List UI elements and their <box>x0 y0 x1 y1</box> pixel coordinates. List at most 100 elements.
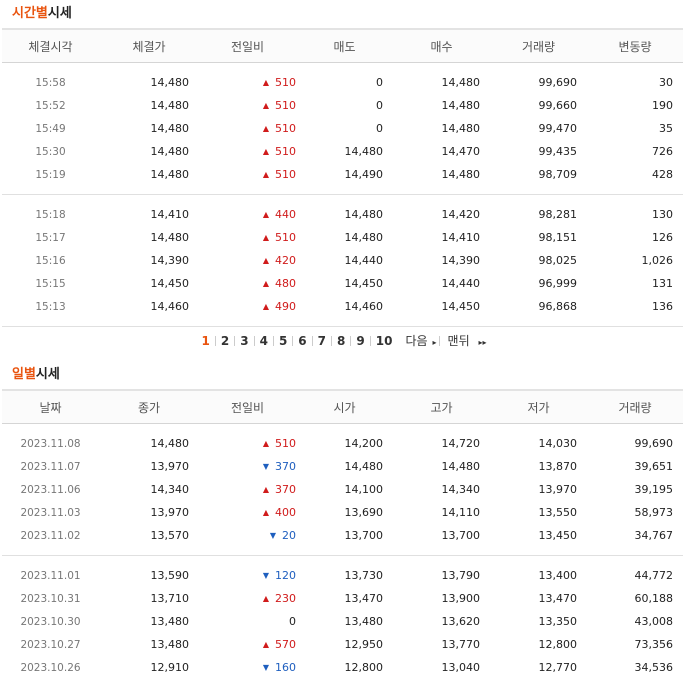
page-link-8[interactable]: 8 <box>332 327 350 355</box>
table-row: 15:49 14,480 ▲ 510 0 14,480 99,470 35 <box>2 117 683 140</box>
up-triangle-icon: ▲ <box>262 233 269 242</box>
daily-table-header: 날짜 종가 전일비 시가 고가 저가 거래량 <box>2 389 683 424</box>
header-time: 체결시각 <box>2 28 99 63</box>
header-date: 날짜 <box>2 389 99 424</box>
change-value: 0 <box>289 615 296 628</box>
volume-cell: 43,008 <box>634 615 674 628</box>
bid-cell: 14,420 <box>441 208 481 221</box>
low-cell: 12,800 <box>538 638 578 651</box>
page-link-6[interactable]: 6 <box>293 327 311 355</box>
change-cell: ▲ 420 <box>199 249 296 272</box>
date-cell: 2023.11.01 <box>20 569 81 582</box>
close-cell: 13,570 <box>150 529 190 542</box>
ask-cell: 14,480 <box>344 231 384 244</box>
ask-cell: 0 <box>376 122 383 135</box>
time-price-table: 체결시각 체결가 전일비 매도 매수 거래량 변동량 15:58 14,480 ▲ 5… <box>2 28 683 326</box>
daily-price-table: 날짜 종가 전일비 시가 고가 저가 거래량 2023.11.08 14,480 ▲… <box>2 389 683 679</box>
price-cell: 14,480 <box>150 99 190 112</box>
up-triangle-icon: ▲ <box>262 302 269 311</box>
change-value: 160 <box>275 661 296 674</box>
date-cell: 2023.11.02 <box>20 529 81 542</box>
last-arrow-icon: ▸▸ <box>478 338 487 347</box>
bid-cell: 14,390 <box>441 254 481 267</box>
change-value: 510 <box>275 145 296 158</box>
ask-cell: 14,490 <box>344 168 384 181</box>
table-row: 2023.10.27 13,480 ▲ 570 12,950 13,770 12,800 73… <box>2 633 683 656</box>
close-cell: 13,710 <box>150 592 190 605</box>
up-triangle-icon: ▲ <box>262 439 269 448</box>
ask-cell: 14,450 <box>344 277 384 290</box>
down-triangle-icon: ▼ <box>262 462 269 471</box>
down-triangle-icon: ▼ <box>262 571 269 580</box>
time-cell: 15:52 <box>35 99 66 112</box>
change-value: 230 <box>275 592 296 605</box>
table-row: 2023.10.26 12,910 ▼ 160 12,800 13,040 12,770 34… <box>2 656 683 679</box>
high-cell: 14,110 <box>441 506 481 519</box>
up-triangle-icon: ▲ <box>262 485 269 494</box>
table-row: 2023.11.07 13,970 ▼ 370 14,480 14,480 13,870 39… <box>2 455 683 478</box>
page-link-10[interactable]: 10 <box>371 327 398 355</box>
change-value: 420 <box>275 254 296 267</box>
change-cell: ▼ 120 <box>199 564 296 587</box>
volume-cell: 73,356 <box>634 638 674 651</box>
change-value: 400 <box>275 506 296 519</box>
bid-cell: 14,480 <box>441 122 481 135</box>
time-section-title: 시간별시세 <box>0 0 685 28</box>
delta-cell: 190 <box>652 99 673 112</box>
table-row: 15:30 14,480 ▲ 510 14,480 14,470 99,435 726 <box>2 140 683 163</box>
open-cell: 13,690 <box>344 506 384 519</box>
open-cell: 12,800 <box>344 661 384 674</box>
bid-cell: 14,480 <box>441 76 481 89</box>
change-value: 20 <box>282 529 296 542</box>
header-ask: 매도 <box>296 28 393 63</box>
table-row: 2023.11.02 13,570 ▼ 20 13,700 13,700 13,450 34,… <box>2 524 683 547</box>
date-cell: 2023.10.26 <box>20 661 81 674</box>
open-cell: 13,700 <box>344 529 384 542</box>
low-cell: 13,400 <box>538 569 578 582</box>
header-bid: 매수 <box>393 28 490 63</box>
page-link-4[interactable]: 4 <box>255 327 273 355</box>
close-cell: 13,970 <box>150 506 190 519</box>
table-row: 15:17 14,480 ▲ 510 14,480 14,410 98,151 126 <box>2 226 683 249</box>
table-row: 15:15 14,450 ▲ 480 14,450 14,440 96,999 131 <box>2 272 683 295</box>
change-cell: ▲ 510 <box>199 94 296 117</box>
change-value: 440 <box>275 208 296 221</box>
page-link-3[interactable]: 3 <box>235 327 253 355</box>
date-cell: 2023.11.08 <box>20 437 81 450</box>
time-cell: 15:58 <box>35 76 66 89</box>
volume-cell: 99,660 <box>538 99 578 112</box>
table-row: 15:19 14,480 ▲ 510 14,490 14,480 98,709 428 <box>2 163 683 186</box>
page-link-2[interactable]: 2 <box>216 327 234 355</box>
time-cell: 15:17 <box>35 231 66 244</box>
next-page-link[interactable]: 다음 ▸ <box>397 327 438 357</box>
page-link-7[interactable]: 7 <box>313 327 331 355</box>
header-volume: 거래량 <box>490 28 587 63</box>
up-triangle-icon: ▲ <box>262 170 269 179</box>
up-triangle-icon: ▲ <box>262 256 269 265</box>
page-link-5[interactable]: 5 <box>274 327 292 355</box>
page-link-1[interactable]: 1 <box>197 327 215 355</box>
ask-cell: 0 <box>376 99 383 112</box>
volume-cell: 99,435 <box>538 145 578 158</box>
high-cell: 13,900 <box>441 592 481 605</box>
change-cell: ▲ 510 <box>199 140 296 163</box>
low-cell: 13,870 <box>538 460 578 473</box>
last-page-link[interactable]: 맨뒤 ▸▸ <box>440 327 489 357</box>
daily-title-rest: 시세 <box>35 367 60 382</box>
high-cell: 13,620 <box>441 615 481 628</box>
close-cell: 13,590 <box>150 569 190 582</box>
change-value: 510 <box>275 437 296 450</box>
delta-cell: 126 <box>652 231 673 244</box>
page-link-9[interactable]: 9 <box>351 327 369 355</box>
change-value: 120 <box>275 569 296 582</box>
date-cell: 2023.10.27 <box>20 638 81 651</box>
header-price: 체결가 <box>99 28 199 63</box>
volume-cell: 39,651 <box>634 460 674 473</box>
table-row: 15:16 14,390 ▲ 420 14,440 14,390 98,025 1,026 <box>2 249 683 272</box>
time-cell: 15:19 <box>35 168 66 181</box>
low-cell: 14,030 <box>538 437 578 450</box>
volume-cell: 99,470 <box>538 122 578 135</box>
high-cell: 14,720 <box>441 437 481 450</box>
table-row: 2023.11.06 14,340 ▲ 370 14,100 14,340 13,970 39… <box>2 478 683 501</box>
table-row: 15:52 14,480 ▲ 510 0 14,480 99,660 190 <box>2 94 683 117</box>
